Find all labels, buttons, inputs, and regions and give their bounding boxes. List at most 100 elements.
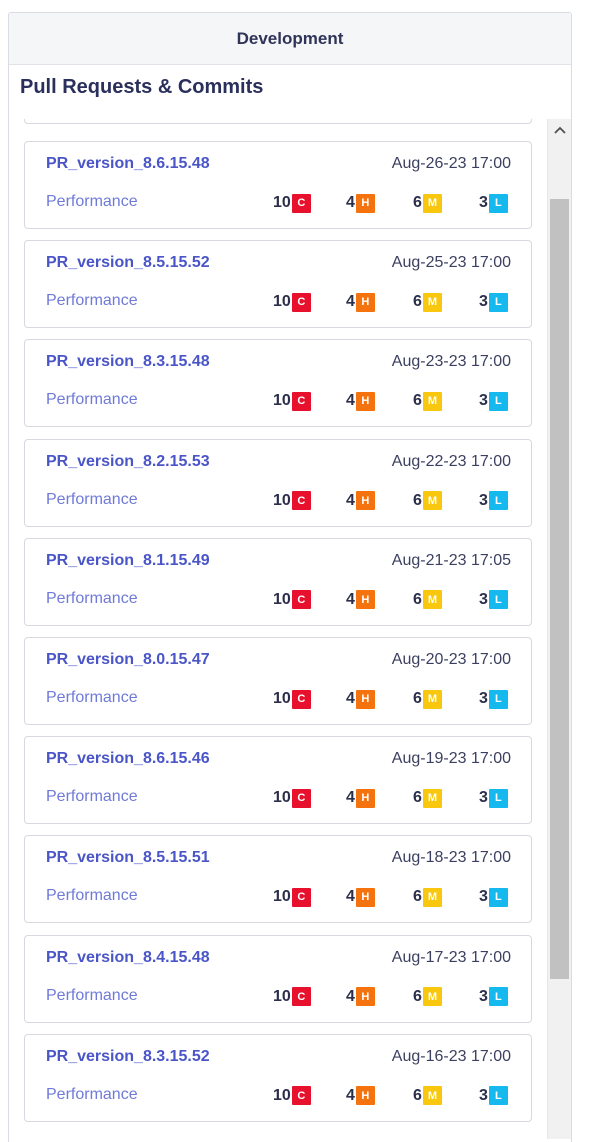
high-issue-count: 4H	[346, 391, 375, 411]
low-severity-badge: L	[488, 590, 508, 610]
high-issue-count: 4H	[346, 193, 375, 213]
low-severity-badge: L	[488, 1086, 508, 1106]
medium-count-value: 6	[413, 293, 422, 311]
critical-issue-count: 10 C	[273, 193, 311, 213]
medium-issue-count: 6M	[413, 391, 442, 411]
pr-date: Aug-22-23 17:00	[391, 452, 511, 470]
critical-severity-badge: C	[291, 292, 311, 312]
medium-issue-count: 6M	[413, 590, 442, 610]
pr-date: Aug-25-23 17:00	[391, 254, 511, 272]
pull-request-card[interactable]: PR_version_8.3.15.52 Aug-16-23 17:00 Perfo…	[24, 1033, 532, 1122]
scroll-up-button[interactable]	[548, 119, 571, 141]
pr-name-link[interactable]: PR_version_8.1.15.49	[46, 552, 210, 570]
high-count-value: 4	[346, 491, 355, 509]
high-severity-badge: H	[355, 1086, 375, 1106]
medium-severity-badge: M	[422, 887, 442, 907]
pr-date: Aug-23-23 17:00	[391, 353, 511, 371]
critical-severity-badge: C	[291, 987, 311, 1007]
medium-count-value: 6	[413, 590, 422, 608]
pr-category: Performance	[46, 1085, 138, 1103]
low-count-value: 3	[479, 1086, 488, 1104]
medium-severity-badge: M	[422, 1086, 442, 1106]
medium-severity-badge: M	[422, 987, 442, 1007]
pull-request-card[interactable]: PR_version_8.6.15.48 Aug-26-23 17:00 Perfo…	[24, 141, 532, 229]
low-issue-count: 3L	[479, 887, 508, 907]
high-issue-count: 4H	[346, 292, 375, 312]
medium-count-value: 6	[413, 690, 422, 707]
high-count-value: 4	[346, 690, 355, 707]
pr-name-link[interactable]: PR_version_8.0.15.47	[46, 651, 210, 669]
pr-name-link[interactable]: PR_version_8.3.15.48	[46, 353, 210, 371]
medium-issue-count: 6M	[413, 788, 442, 808]
pull-request-card[interactable]: PR_version_8.0.15.47 Aug-20-23 17:00 Perfo…	[24, 637, 532, 725]
critical-issue-count: 10 C	[273, 887, 311, 907]
critical-issue-count: 10 C	[273, 987, 311, 1007]
low-count-value: 3	[479, 987, 488, 1005]
medium-count-value: 6	[413, 194, 422, 211]
critical-count-value: 10	[273, 293, 291, 311]
low-count-value: 3	[479, 789, 488, 807]
pull-request-card[interactable]: PR_version_8.6.15.46 Aug-19-23 17:00 Perfo…	[24, 736, 532, 825]
critical-severity-badge: C	[291, 590, 311, 610]
pull-request-card[interactable]: PR_version_8.2.15.53 Aug-22-23 17:00 Perfo…	[24, 438, 532, 527]
low-severity-badge: L	[488, 391, 508, 411]
pr-name-link[interactable]: PR_version_8.5.15.51	[46, 849, 210, 867]
critical-severity-badge: C	[291, 689, 311, 709]
pr-name-link[interactable]: PR_version_8.3.15.52	[46, 1048, 210, 1066]
high-severity-badge: H	[355, 987, 375, 1007]
pr-name-link[interactable]: PR_version_8.4.15.48	[46, 949, 210, 967]
high-severity-badge: H	[355, 689, 375, 709]
pr-category: Performance	[46, 490, 138, 508]
medium-severity-badge: M	[422, 391, 442, 411]
pr-date: Aug-19-23 17:00	[391, 750, 511, 768]
development-panel: Development Pull Requests & Commits PR_v…	[8, 12, 572, 1142]
critical-issue-count: 10 C	[273, 1086, 311, 1106]
high-issue-count: 4H	[346, 689, 375, 709]
critical-count-value: 10	[273, 194, 291, 211]
scroll-thumb[interactable]	[550, 199, 569, 979]
list-scrollbar[interactable]	[547, 119, 571, 1139]
pull-request-card[interactable]: PR_version_8.4.15.48 Aug-17-23 17:00 Perfo…	[24, 934, 532, 1023]
critical-issue-count: 10 C	[273, 292, 311, 312]
high-severity-badge: H	[355, 292, 375, 312]
pr-category: Performance	[46, 788, 138, 806]
critical-issue-count: 10 C	[273, 788, 311, 808]
pull-request-card[interactable]: PR_version_8.3.15.48 Aug-23-23 17:00 Perfo…	[24, 339, 532, 428]
high-severity-badge: H	[355, 391, 375, 411]
medium-issue-count: 6M	[413, 292, 442, 312]
low-issue-count: 3L	[479, 689, 508, 709]
pr-name-link[interactable]: PR_version_8.2.15.53	[46, 453, 210, 471]
critical-severity-badge: C	[291, 788, 311, 808]
low-issue-count: 3L	[479, 193, 508, 213]
low-issue-count: 3L	[479, 491, 508, 511]
high-count-value: 4	[346, 888, 355, 906]
critical-severity-badge: C	[291, 1086, 311, 1106]
low-severity-badge: L	[488, 689, 508, 709]
tab-development[interactable]: Development	[9, 13, 571, 65]
critical-severity-badge: C	[291, 391, 311, 411]
low-severity-badge: L	[488, 788, 508, 808]
critical-count-value: 10	[273, 987, 291, 1005]
low-issue-count: 3L	[479, 987, 508, 1007]
pr-date: Aug-16-23 17:00	[391, 1047, 511, 1065]
low-count-value: 3	[479, 491, 488, 509]
medium-severity-badge: M	[422, 292, 442, 312]
low-severity-badge: L	[488, 193, 508, 213]
low-issue-count: 3L	[479, 1086, 508, 1106]
high-severity-badge: H	[355, 491, 375, 511]
high-count-value: 4	[346, 293, 355, 311]
low-count-value: 3	[479, 888, 488, 906]
pr-name-link[interactable]: PR_version_8.5.15.52	[46, 254, 210, 272]
critical-issue-count: 10 C	[273, 491, 311, 511]
pr-name-link[interactable]: PR_version_8.6.15.46	[46, 750, 210, 768]
pull-request-card[interactable]: PR_version_8.5.15.52 Aug-25-23 17:00 Perfo…	[24, 240, 532, 329]
high-severity-badge: H	[355, 788, 375, 808]
medium-severity-badge: M	[422, 788, 442, 808]
pull-request-card[interactable]: PR_version_8.1.15.49 Aug-21-23 17:05 Perfo…	[24, 537, 532, 626]
pr-category: Performance	[46, 589, 138, 607]
medium-issue-count: 6M	[413, 1086, 442, 1106]
pr-name-link[interactable]: PR_version_8.6.15.48	[46, 155, 210, 173]
low-count-value: 3	[479, 194, 488, 211]
pull-request-card[interactable]: PR_version_8.5.15.51 Aug-18-23 17:00 Perfo…	[24, 835, 532, 924]
medium-count-value: 6	[413, 888, 422, 906]
